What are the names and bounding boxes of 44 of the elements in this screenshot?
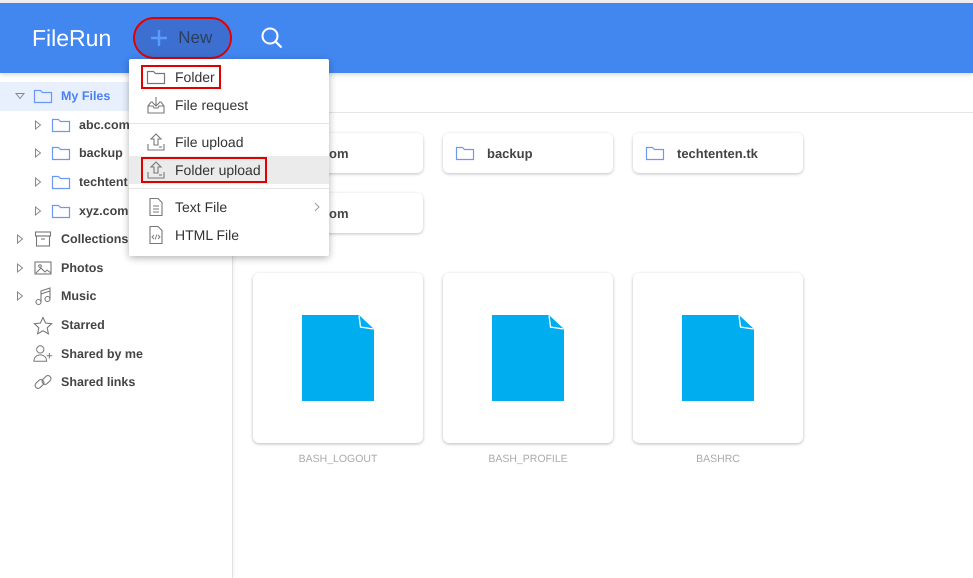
plus-icon [150, 29, 168, 47]
expand-arrow-icon[interactable] [14, 92, 26, 100]
menu-item[interactable]: Folder upload [129, 156, 329, 184]
menu-item[interactable]: File upload [129, 128, 329, 156]
expand-arrow-icon[interactable] [32, 148, 44, 158]
sidebar-item[interactable]: Starred [0, 310, 232, 340]
folder-card[interactable]: backup [443, 133, 613, 173]
file-name: BASHRC [696, 453, 740, 465]
folder-icon [645, 144, 665, 162]
archive-box-icon [33, 230, 53, 248]
document-icon [302, 315, 374, 401]
folder-icon [51, 173, 71, 192]
sidebar-item[interactable]: Shared by me [0, 339, 232, 368]
expand-arrow-icon[interactable] [14, 262, 26, 273]
folder-icon [455, 144, 475, 162]
folder-icon [33, 87, 53, 106]
folder-icon [51, 144, 71, 162]
sidebar-item[interactable]: Photos [0, 254, 232, 282]
folder-name: techtenten.tk [677, 146, 758, 160]
folder-name: om [329, 146, 348, 160]
folder-name: om [329, 206, 348, 220]
folder-card[interactable]: techtenten.tk [633, 133, 803, 173]
folder-icon [146, 68, 166, 86]
folder-name: backup [487, 146, 533, 160]
music-note-icon [33, 286, 53, 306]
search-icon[interactable] [260, 26, 284, 50]
expand-arrow-icon[interactable] [14, 234, 26, 244]
file-name: BASH_LOGOUT [298, 453, 378, 465]
sidebar-item[interactable]: Shared links [0, 368, 232, 397]
document-icon [682, 315, 754, 401]
download-tray-icon [146, 95, 166, 115]
star-icon [33, 316, 53, 335]
upload-icon [146, 132, 166, 152]
app-logo: FileRun [32, 24, 112, 52]
sidebar-item[interactable]: Music [0, 282, 232, 311]
expand-arrow-icon[interactable] [32, 177, 44, 188]
expand-arrow-icon[interactable] [14, 291, 26, 302]
image-icon [33, 260, 53, 276]
upload-icon [146, 160, 166, 180]
file-name: BASH_PROFILE [488, 453, 568, 465]
expand-arrow-icon[interactable] [32, 120, 44, 130]
add-user-icon [33, 344, 53, 364]
expand-arrow-icon[interactable] [32, 206, 44, 216]
document-icon [492, 315, 564, 401]
